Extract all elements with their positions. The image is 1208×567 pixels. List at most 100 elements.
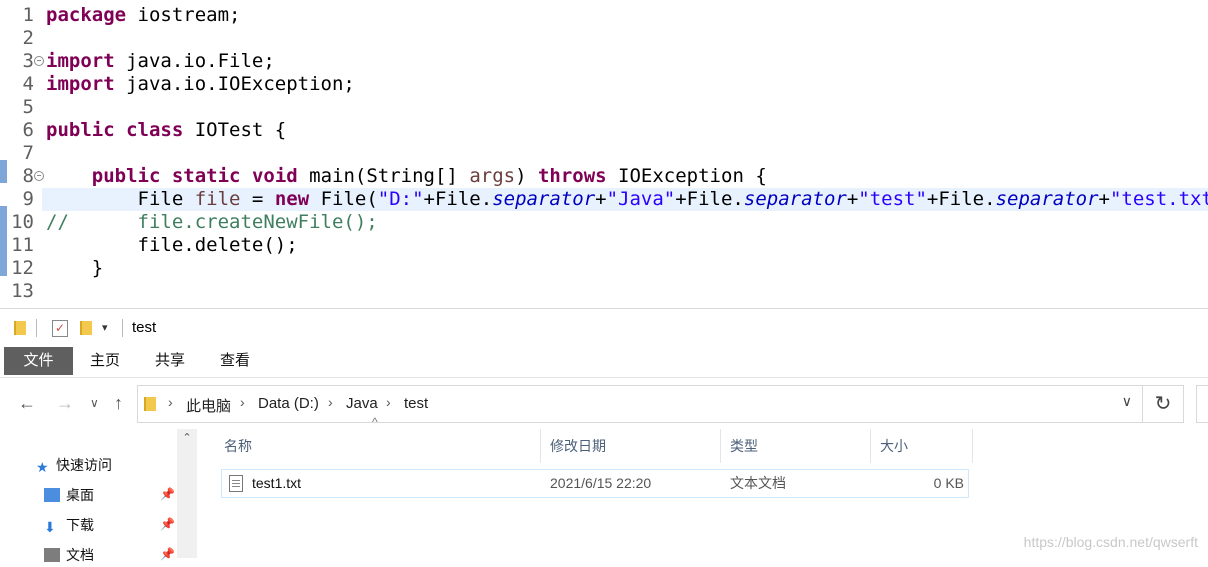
code-line[interactable]: 6 public class IOTest { bbox=[0, 119, 1208, 142]
text-file-icon bbox=[229, 475, 243, 492]
file-size: 0 KB bbox=[933, 475, 964, 491]
line-number: 10 bbox=[11, 211, 34, 233]
fold-toggle-icon[interactable]: − bbox=[34, 56, 44, 66]
code-line[interactable]: 5 bbox=[0, 96, 1208, 119]
tab-home[interactable]: 主页 bbox=[80, 347, 130, 375]
line-number: 2 bbox=[22, 27, 34, 49]
folder-icon bbox=[144, 397, 156, 411]
ribbon-tabs: 文件 主页 共享 查看 bbox=[0, 347, 1208, 378]
sort-ascending-icon: ^ bbox=[372, 415, 378, 429]
line-number: 4 bbox=[22, 73, 34, 95]
breadcrumb-test[interactable]: test bbox=[404, 395, 428, 412]
folder-icon bbox=[14, 321, 26, 335]
search-box[interactable] bbox=[1196, 385, 1208, 423]
sidebar-item[interactable]: ⬇ 下载 bbox=[44, 513, 94, 537]
desktop-icon bbox=[44, 488, 60, 502]
chevron-right-icon[interactable]: › bbox=[328, 394, 333, 410]
sidebar-item-label: 快速访问 bbox=[56, 457, 112, 473]
file-type: 文本文档 bbox=[730, 475, 786, 491]
pin-icon[interactable]: 📌 bbox=[160, 547, 175, 561]
sidebar-item-label: 桌面 bbox=[66, 487, 94, 503]
back-arrow-icon[interactable]: ← bbox=[18, 393, 36, 414]
column-header-type[interactable]: 类型 bbox=[730, 429, 871, 463]
column-header-name[interactable]: 名称 bbox=[224, 429, 541, 463]
code-line[interactable]: 8− public static void main(String[] args… bbox=[0, 165, 1208, 188]
sidebar-item[interactable]: ★ 快速访问 bbox=[36, 453, 112, 477]
divider bbox=[122, 319, 123, 337]
up-arrow-icon[interactable]: ↑ bbox=[114, 393, 123, 414]
sidebar-item[interactable]: 文档 bbox=[44, 543, 94, 567]
line-number: 8 bbox=[22, 165, 34, 187]
code-line[interactable]: 3− import java.io.File; bbox=[0, 50, 1208, 73]
code-text: import java.io.File; bbox=[46, 50, 275, 72]
recent-locations-chevron-icon[interactable]: ∨ bbox=[90, 396, 99, 410]
sidebar-item[interactable]: 桌面 bbox=[44, 483, 94, 507]
line-number: 11 bbox=[11, 234, 34, 256]
line-number: 6 bbox=[22, 119, 34, 141]
file-row[interactable]: test1.txt 2021/6/15 22:20 文本文档 0 KB bbox=[221, 469, 969, 498]
chevron-right-icon[interactable]: › bbox=[168, 394, 173, 410]
document-icon bbox=[44, 548, 60, 562]
tab-view[interactable]: 查看 bbox=[210, 347, 260, 375]
line-number: 1 bbox=[22, 4, 34, 26]
address-bar[interactable]: › 此电脑 › Data (D:) › Java › test ∨ bbox=[137, 385, 1143, 423]
code-text: public class IOTest { bbox=[46, 119, 287, 141]
breadcrumb-drive-d[interactable]: Data (D:) bbox=[258, 395, 319, 412]
code-text: package iostream; bbox=[46, 4, 241, 26]
file-explorer-window: ✓ ▾ test 文件 主页 共享 查看 ← → ∨ ↑ › 此电脑 › Dat… bbox=[0, 308, 1208, 563]
code-line[interactable]: 13 bbox=[0, 280, 1208, 303]
code-line[interactable]: 11 file.delete(); bbox=[0, 234, 1208, 257]
navigation-scrollbar[interactable]: ⌃ bbox=[177, 429, 197, 558]
code-line[interactable]: 4 import java.io.IOException; bbox=[0, 73, 1208, 96]
code-line[interactable]: 2 bbox=[0, 27, 1208, 50]
tab-file[interactable]: 文件 bbox=[4, 347, 73, 375]
tab-share[interactable]: 共享 bbox=[145, 347, 195, 375]
code-line[interactable]: 9 File file = new File("D:"+File.separat… bbox=[0, 188, 1208, 211]
properties-icon[interactable]: ✓ bbox=[52, 320, 68, 337]
star-icon: ★ bbox=[36, 459, 49, 475]
window-title: test bbox=[132, 319, 157, 336]
pin-icon[interactable]: 📌 bbox=[160, 487, 175, 501]
code-line[interactable]: 7 bbox=[0, 142, 1208, 165]
divider bbox=[36, 319, 37, 337]
sidebar-item-label: 文档 bbox=[66, 547, 94, 563]
breadcrumb-this-pc[interactable]: 此电脑 bbox=[186, 395, 231, 416]
code-text: import java.io.IOException; bbox=[46, 73, 355, 95]
fold-toggle-icon[interactable]: − bbox=[34, 171, 44, 181]
breadcrumb-java[interactable]: Java bbox=[346, 395, 378, 412]
code-text: public static void main(String[] args) t… bbox=[91, 165, 767, 187]
line-number: 9 bbox=[22, 188, 34, 210]
code-text: // file.createNewFile(); bbox=[46, 211, 378, 233]
line-number: 7 bbox=[22, 142, 34, 164]
navigation-bar: ← → ∨ ↑ › 此电脑 › Data (D:) › Java › test … bbox=[0, 385, 1208, 425]
code-text: file.delete(); bbox=[46, 234, 298, 256]
file-list: ^ 名称 修改日期 类型 大小 test1.txt 2021/6/15 22:2… bbox=[200, 415, 1208, 558]
code-text: } bbox=[46, 257, 104, 279]
sidebar-item-label: 下载 bbox=[66, 517, 94, 533]
new-folder-icon[interactable] bbox=[80, 321, 92, 335]
download-icon: ⬇ bbox=[44, 519, 56, 535]
code-line[interactable]: 12 } bbox=[0, 257, 1208, 280]
address-history-chevron-icon[interactable]: ∨ bbox=[1122, 393, 1132, 410]
line-number: 3 bbox=[22, 50, 34, 72]
file-date: 2021/6/15 22:20 bbox=[550, 475, 652, 491]
pin-icon[interactable]: 📌 bbox=[160, 517, 175, 531]
chevron-right-icon[interactable]: › bbox=[386, 394, 391, 410]
quick-access-dropdown-icon[interactable]: ▾ bbox=[102, 321, 108, 334]
navigation-pane: ★ 快速访问桌面 📌 ⬇ 下载 📌 文档 📌 ⌃ bbox=[0, 429, 200, 563]
title-bar: ✓ ▾ test bbox=[0, 309, 1208, 347]
code-line[interactable]: 10 // file.createNewFile(); bbox=[0, 211, 1208, 234]
code-editor[interactable]: 1 package iostream; 2 3− import java.io.File… bbox=[0, 0, 1208, 308]
column-header-size[interactable]: 大小 bbox=[880, 429, 973, 463]
file-name: test1.txt bbox=[252, 475, 302, 491]
line-number: 5 bbox=[22, 96, 34, 118]
line-number: 13 bbox=[11, 280, 34, 302]
scroll-up-icon[interactable]: ⌃ bbox=[177, 431, 197, 449]
code-text: File file = new File("D:"+File.separator… bbox=[46, 188, 1208, 210]
watermark-text: https://blog.csdn.net/qwserft bbox=[1023, 534, 1198, 550]
column-header-date[interactable]: 修改日期 bbox=[550, 429, 721, 463]
refresh-icon[interactable]: ↻ bbox=[1143, 385, 1184, 423]
forward-arrow-icon[interactable]: → bbox=[56, 393, 74, 414]
code-line[interactable]: 1 package iostream; bbox=[0, 4, 1208, 27]
chevron-right-icon[interactable]: › bbox=[240, 394, 245, 410]
